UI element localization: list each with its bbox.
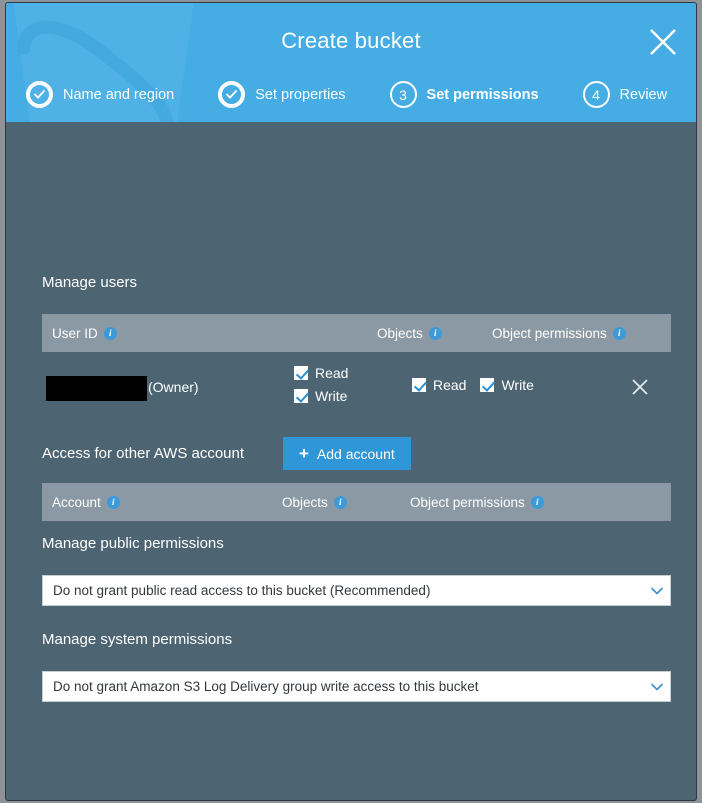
step-name-and-region[interactable]: Name and region — [26, 81, 174, 108]
checkbox-icon — [294, 389, 308, 403]
add-account-label: Add account — [316, 445, 395, 462]
modal-header: Create bucket Name and region Set proper… — [6, 3, 696, 122]
step-2-label: Set properties — [255, 86, 346, 103]
objects-write-label: Write — [315, 388, 348, 404]
column-header-user-id: User ID i — [52, 326, 377, 341]
step-set-properties[interactable]: Set properties — [218, 81, 346, 108]
step-set-permissions[interactable]: 3 Set permissions — [389, 81, 539, 108]
info-icon[interactable]: i — [530, 495, 544, 509]
step-1-label: Name and region — [63, 86, 175, 103]
user-id-redaction — [46, 376, 147, 401]
objects-permissions-group: Read Write — [294, 365, 348, 404]
step-4-label: Review — [619, 86, 668, 103]
modal-body: Manage users User ID i Objects i Object … — [6, 122, 696, 800]
info-icon[interactable]: i — [612, 326, 626, 340]
access-other-account-title: Access for other AWS account — [42, 445, 245, 462]
column-header-objects: Objects i — [377, 326, 492, 341]
column-header-objects: Objects i — [282, 495, 410, 510]
step-4-number: 4 — [582, 81, 610, 108]
info-icon[interactable]: i — [428, 326, 442, 340]
chevron-down-icon — [644, 587, 670, 595]
public-permissions-selected-value: Do not grant public read access to this … — [53, 583, 431, 598]
column-header-account-label: Account — [52, 494, 101, 510]
object-permissions-write-label: Write — [501, 377, 534, 393]
step-2-check-icon — [218, 81, 246, 108]
object-permissions-read-checkbox[interactable]: Read — [412, 377, 466, 393]
checkbox-icon — [412, 378, 426, 392]
plus-icon: + — [299, 444, 309, 463]
checkbox-icon — [480, 378, 495, 392]
step-3-number: 3 — [389, 81, 417, 108]
checkbox-icon — [294, 366, 308, 380]
info-icon[interactable]: i — [103, 326, 117, 340]
info-icon[interactable]: i — [106, 495, 120, 509]
page-title: Create bucket — [281, 28, 421, 53]
table-row: (Owner) Read Write Read Write — [42, 360, 671, 418]
info-icon[interactable]: i — [333, 495, 347, 509]
column-header-account: Account i — [52, 495, 282, 510]
accounts-table-header: Account i Objects i Object permissions i — [42, 483, 671, 521]
manage-users-title: Manage users — [42, 274, 138, 291]
object-permissions-group: Read Write — [412, 377, 534, 393]
object-permissions-write-checkbox[interactable]: Write — [480, 377, 534, 393]
wizard-steps: Name and region Set properties 3 Set per… — [26, 81, 667, 108]
column-header-objects-label: Objects — [377, 325, 423, 341]
column-header-user-id-label: User ID — [52, 325, 98, 341]
column-header-object-permissions-label: Object permissions — [410, 494, 525, 510]
add-account-button[interactable]: + Add account — [283, 437, 411, 470]
manage-public-permissions-title: Manage public permissions — [42, 535, 224, 552]
objects-read-checkbox[interactable]: Read — [294, 365, 348, 381]
objects-read-label: Read — [315, 365, 349, 381]
objects-write-checkbox[interactable]: Write — [294, 388, 348, 404]
step-review[interactable]: 4 Review — [582, 81, 668, 108]
close-icon[interactable] — [646, 25, 680, 59]
column-header-object-permissions: Object permissions i — [410, 495, 580, 510]
step-3-label: Set permissions — [426, 86, 539, 103]
create-bucket-modal: Create bucket Name and region Set proper… — [5, 2, 697, 801]
manage-system-permissions-title: Manage system permissions — [42, 631, 233, 648]
object-permissions-read-label: Read — [433, 377, 467, 393]
column-header-objects-label: Objects — [282, 494, 328, 510]
owner-label: (Owner) — [148, 379, 199, 395]
system-permissions-select[interactable]: Do not grant Amazon S3 Log Delivery grou… — [42, 671, 671, 702]
chevron-down-icon — [644, 683, 670, 691]
remove-user-close-icon[interactable] — [631, 378, 649, 396]
system-permissions-selected-value: Do not grant Amazon S3 Log Delivery grou… — [53, 679, 479, 694]
column-header-object-permissions-label: Object permissions — [492, 325, 607, 341]
manage-users-table-header: User ID i Objects i Object permissions i — [42, 314, 671, 352]
public-permissions-select[interactable]: Do not grant public read access to this … — [42, 575, 671, 606]
step-1-check-icon — [26, 81, 53, 108]
column-header-object-permissions: Object permissions i — [492, 326, 662, 341]
